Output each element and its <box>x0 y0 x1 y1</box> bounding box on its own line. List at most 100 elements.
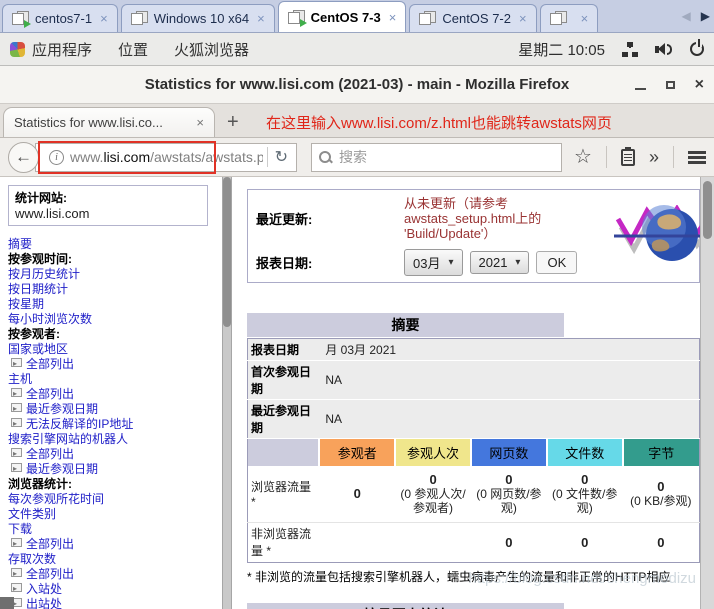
url-bar[interactable]: i www.lisi.com/awstats/awstats.pl ↻ <box>35 142 297 172</box>
awstats-sidebar: 统计网站: www.lisi.com 摘要 按参观时间: 按月历史统计 按日期统… <box>0 177 222 609</box>
sidebar-item[interactable]: 入站处 <box>8 582 218 597</box>
sidebar-item[interactable]: 搜索引擎网站的机器人 <box>8 432 218 447</box>
pages-value: 0 <box>505 472 513 488</box>
close-button[interactable]: × <box>695 76 704 93</box>
sidebar-scrollbar[interactable] <box>222 177 232 609</box>
back-arrow-icon: ← <box>15 147 32 166</box>
vm-tab[interactable]: CentOS 7-3 × <box>277 1 407 32</box>
vm-tab[interactable]: CentOS 7-2 × <box>409 4 537 32</box>
reload-icon[interactable]: ↻ <box>272 147 291 167</box>
clock[interactable]: 星期二 10:05 <box>518 39 605 60</box>
bookmark-star-icon[interactable]: ☆ <box>574 147 592 167</box>
vm-tab-close-icon[interactable]: × <box>100 11 108 26</box>
sidebar-item[interactable]: 全部列出 <box>8 567 218 582</box>
scrollbar-thumb[interactable] <box>223 177 231 327</box>
sidebar-item[interactable]: 无法反解译的IP地址 <box>8 417 218 432</box>
window-titlebar: Statistics for www.lisi.com (2021-03) - … <box>0 66 714 104</box>
sidebar-item[interactable]: 每小时浏览次数 <box>8 312 218 327</box>
site-label: 统计网站: <box>15 191 67 205</box>
divider <box>673 146 674 168</box>
vm-icon <box>419 11 437 26</box>
vm-tab-close-icon[interactable]: × <box>581 11 589 26</box>
volume-icon[interactable] <box>655 42 674 57</box>
tab-close-icon[interactable]: × <box>196 115 204 130</box>
sidebar-item[interactable]: 主机 <box>8 372 218 387</box>
maximize-button[interactable] <box>665 80 675 89</box>
sidebar-item[interactable]: 全部列出 <box>8 387 218 402</box>
tab-scroll-arrows: ◀ ▶ <box>682 9 710 23</box>
sidebar-item[interactable]: 按日期统计 <box>8 282 218 297</box>
row-label: 最近参观日期 <box>247 399 320 439</box>
scrollbar-corner <box>0 597 14 609</box>
divider <box>266 147 268 167</box>
summary-title: 摘要 <box>247 313 565 337</box>
sidebar-item[interactable]: 下载 <box>8 522 218 537</box>
menu-item[interactable]: 火狐浏览器 <box>174 39 249 60</box>
network-icon[interactable] <box>621 41 639 57</box>
sidebar-item[interactable]: 最近参观日期 <box>8 402 218 417</box>
scroll-right-icon[interactable]: ▶ <box>701 9 710 23</box>
vm-tab-bar: ◀ ▶ centos7-1 × Windows 10 x64 × CentOS … <box>0 0 714 33</box>
power-icon[interactable] <box>690 39 704 56</box>
menu-hamburger-icon[interactable] <box>688 150 706 164</box>
vm-tab[interactable]: centos7-1 × <box>2 4 118 32</box>
annotation-text: 在这里输入www.lisi.com/z.html也能跳转awstats网页 <box>266 115 612 132</box>
vm-tab-close-icon[interactable]: × <box>257 11 265 26</box>
goto-icon <box>11 537 22 551</box>
awstats-main: 最近更新: 从未更新（请参考 awstats_setup.html上的 'Bui… <box>232 177 700 609</box>
browser-tab[interactable]: Statistics for www.lisi.co... × <box>3 107 215 137</box>
sidebar-item[interactable]: 摘要 <box>8 237 218 252</box>
report-date-label: 报表日期: <box>256 256 313 271</box>
library-icon[interactable] <box>620 146 635 166</box>
url-text: www.lisi.com/awstats/awstats.pl <box>70 149 263 165</box>
vm-running-badge <box>24 20 31 28</box>
col-files: 文件数 <box>545 438 623 466</box>
files-value: 0 <box>581 472 589 488</box>
menu-item[interactable]: 位置 <box>118 39 148 60</box>
back-button[interactable]: ← <box>8 141 39 173</box>
sidebar-item[interactable]: 全部列出 <box>8 537 218 552</box>
site-box: 统计网站: www.lisi.com <box>8 185 208 226</box>
goto-icon <box>11 402 22 416</box>
vm-tab-close-icon[interactable]: × <box>519 11 527 26</box>
browser-toolbar: ← i www.lisi.com/awstats/awstats.pl ↻ 搜索… <box>0 138 714 177</box>
last-visit-value: NA <box>319 399 700 439</box>
vm-tab[interactable]: Windows 10 x64 × <box>120 4 275 32</box>
sidebar-item[interactable]: 存取次数 <box>8 552 218 567</box>
minimize-button[interactable] <box>634 87 646 90</box>
visitors-value: 0 <box>353 486 361 502</box>
search-input[interactable]: 搜索 <box>311 142 563 172</box>
awstats-logo <box>614 196 700 276</box>
scroll-left-icon[interactable]: ◀ <box>682 9 691 23</box>
vm-tab[interactable]: × <box>539 4 599 32</box>
sidebar-item[interactable]: 文件类别 <box>8 507 218 522</box>
search-icon[interactable] <box>319 150 332 164</box>
goto-icon <box>11 417 22 431</box>
new-tab-button[interactable]: + <box>227 112 239 132</box>
menu-item[interactable]: 应用程序 <box>32 39 92 60</box>
sidebar-item[interactable]: 全部列出 <box>8 447 218 462</box>
col-visits: 参观人次 <box>394 438 471 466</box>
ok-button[interactable]: OK <box>536 251 578 274</box>
sidebar-item[interactable]: 出站处 <box>8 597 218 609</box>
site-value: www.lisi.com <box>15 206 90 221</box>
chevron-down-icon: ▾ <box>515 257 521 268</box>
site-info-icon[interactable]: i <box>49 149 64 165</box>
month-select[interactable]: 03月 ▾ <box>404 249 463 276</box>
overflow-chevron-icon[interactable]: » <box>649 148 659 166</box>
sidebar-item[interactable]: 按月历史统计 <box>8 267 218 282</box>
sidebar-item[interactable]: 国家或地区 <box>8 342 218 357</box>
goto-icon <box>11 582 22 596</box>
last-update-label: 最近更新: <box>256 212 313 227</box>
sidebar-item[interactable]: 最近参观日期 <box>8 462 218 477</box>
vm-tab-close-icon[interactable]: × <box>389 10 397 25</box>
sidebar-item[interactable]: 全部列出 <box>8 357 218 372</box>
page-scrollbar[interactable] <box>700 177 714 609</box>
scrollbar-thumb[interactable] <box>703 181 712 239</box>
goto-icon <box>11 357 22 371</box>
year-select[interactable]: 2021 ▾ <box>469 251 530 274</box>
sidebar-item[interactable]: 每次参观所花时间 <box>8 492 218 507</box>
applications-icon[interactable] <box>10 41 25 57</box>
sidebar-item[interactable]: 按星期 <box>8 297 218 312</box>
browser-tab-title: Statistics for www.lisi.co... <box>14 115 163 130</box>
